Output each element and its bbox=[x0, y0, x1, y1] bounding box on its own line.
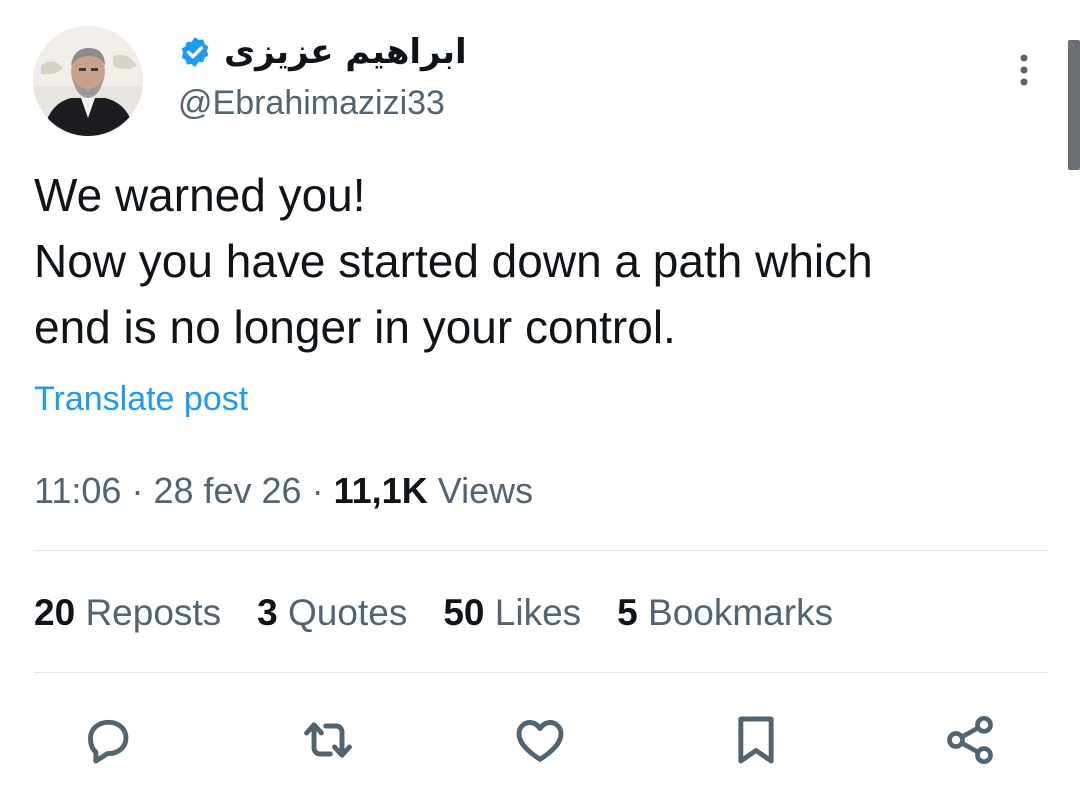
tweet-date[interactable]: 28 fev 26 bbox=[153, 470, 301, 511]
user-handle[interactable]: @Ebrahimazizi33 bbox=[178, 84, 445, 123]
tweet-meta: 11:06 · 28 fev 26 · 11,1K Views bbox=[34, 470, 533, 512]
more-options-icon[interactable] bbox=[1010, 52, 1038, 88]
tweet: ابراهیم عزیزی @Ebrahimazizi33 We warned … bbox=[0, 0, 1080, 804]
translate-post-link[interactable]: Translate post bbox=[34, 380, 248, 419]
tweet-time[interactable]: 11:06 bbox=[34, 470, 121, 511]
divider bbox=[34, 550, 1047, 551]
stat-label: Reposts bbox=[85, 592, 222, 633]
repost-icon[interactable] bbox=[300, 712, 356, 768]
divider bbox=[34, 672, 1047, 673]
stat-count: 3 bbox=[257, 592, 278, 633]
like-icon[interactable] bbox=[512, 712, 568, 768]
meta-separator: · bbox=[131, 470, 144, 511]
reposts-stat[interactable]: 20 Reposts bbox=[34, 592, 221, 634]
meta-separator: · bbox=[311, 470, 324, 511]
share-icon[interactable] bbox=[942, 712, 998, 768]
stat-count: 20 bbox=[34, 592, 76, 633]
tweet-line: We warned you! bbox=[34, 169, 366, 221]
likes-stat[interactable]: 50 Likes bbox=[443, 592, 581, 634]
stat-count: 50 bbox=[443, 592, 485, 633]
reply-icon[interactable] bbox=[80, 712, 136, 768]
views-count: 11,1K bbox=[333, 470, 428, 511]
stat-label: Bookmarks bbox=[648, 592, 834, 633]
stat-label: Likes bbox=[494, 592, 582, 633]
stat-count: 5 bbox=[617, 592, 638, 633]
display-name[interactable]: ابراهیم عزیزی bbox=[224, 32, 467, 72]
quotes-stat[interactable]: 3 Quotes bbox=[257, 592, 407, 634]
tweet-text: We warned you! Now you have started down… bbox=[34, 162, 1034, 360]
name-row: ابراهیم عزیزی bbox=[178, 30, 467, 74]
tweet-line: Now you have started down a path which bbox=[34, 235, 873, 287]
tweet-line: end is no longer in your control. bbox=[34, 301, 676, 353]
bookmark-icon[interactable] bbox=[728, 712, 784, 768]
views-label: Views bbox=[437, 470, 534, 511]
stat-label: Quotes bbox=[288, 592, 408, 633]
avatar[interactable] bbox=[33, 26, 143, 136]
verified-badge-icon bbox=[181, 37, 209, 67]
engagement-stats: 20 Reposts 3 Quotes 50 Likes 5 Bookmarks bbox=[34, 592, 869, 634]
bookmarks-stat[interactable]: 5 Bookmarks bbox=[617, 592, 833, 634]
scrollbar[interactable] bbox=[1068, 40, 1080, 170]
